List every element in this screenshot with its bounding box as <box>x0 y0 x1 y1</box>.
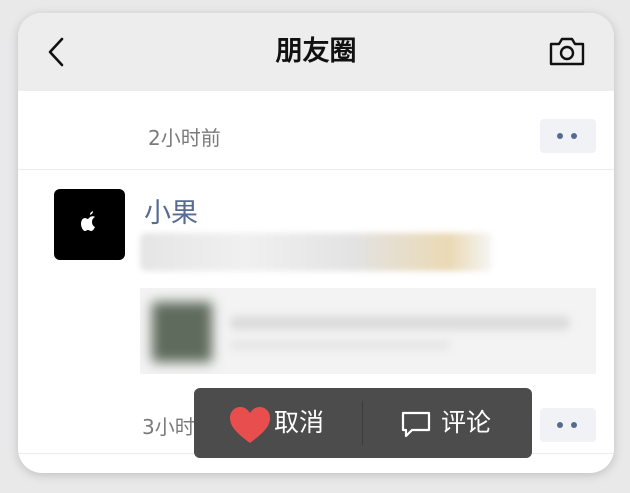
unlike-label: 取消 <box>274 408 325 437</box>
camera-icon <box>549 37 585 66</box>
comment-bubble-icon <box>401 411 431 438</box>
comment-button[interactable]: 评论 <box>363 388 532 458</box>
like-comment-popup: 取消 评论 <box>194 388 532 458</box>
post-timestamp: 2小时前 <box>148 126 221 150</box>
unlike-button[interactable]: 取消 <box>194 388 362 458</box>
dot-icon <box>571 133 577 139</box>
link-title <box>230 316 570 330</box>
user-name-link[interactable]: 小果 <box>144 191 198 230</box>
moments-screen: 朋友圈 2小时前 小果 3小时前 取消 评论 <box>18 13 614 473</box>
navigation-bar: 朋友圈 <box>18 13 614 91</box>
more-actions-button[interactable] <box>540 408 596 442</box>
link-thumbnail <box>152 302 212 362</box>
comment-label: 评论 <box>441 408 492 437</box>
apple-logo-icon <box>81 211 95 231</box>
avatar[interactable] <box>54 189 125 260</box>
camera-button[interactable] <box>548 35 586 67</box>
previous-post-footer <box>18 91 614 170</box>
shared-link-card[interactable] <box>140 288 596 374</box>
heart-icon <box>230 407 270 443</box>
post-text <box>140 233 492 271</box>
page-title: 朋友圈 <box>275 36 357 67</box>
more-actions-button[interactable] <box>540 119 596 153</box>
dot-icon <box>557 133 563 139</box>
dot-icon <box>571 422 577 428</box>
dot-icon <box>557 422 563 428</box>
link-subtitle <box>230 340 450 350</box>
